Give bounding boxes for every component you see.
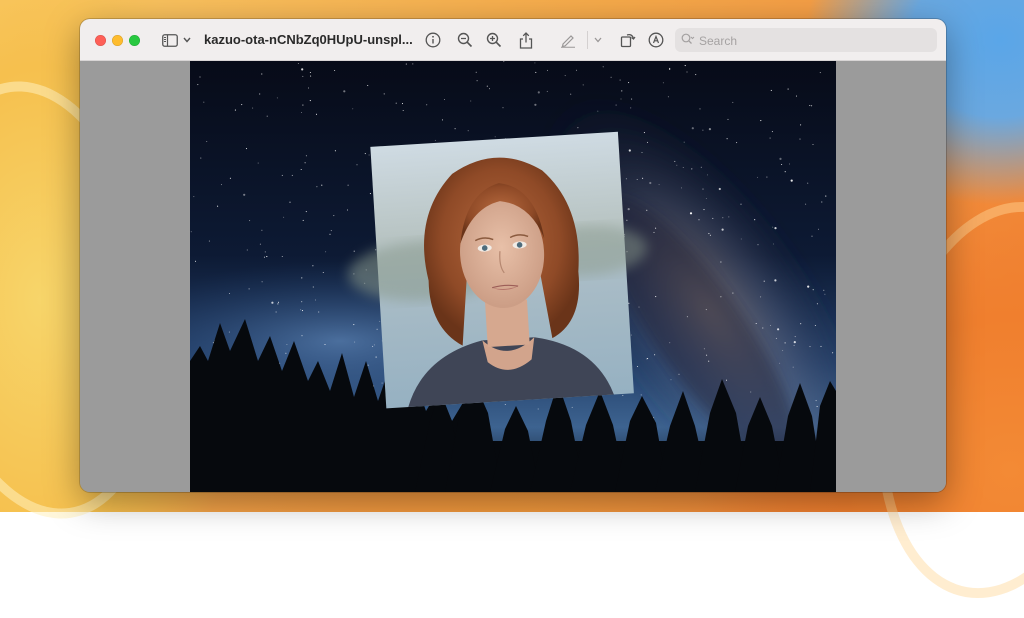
share-icon [519, 31, 533, 49]
zoom-in-icon [486, 32, 502, 48]
zoom-in-button[interactable] [485, 30, 503, 50]
chevron-down-icon [183, 37, 191, 43]
search-field[interactable] [675, 28, 937, 52]
chevron-down-icon [594, 37, 602, 43]
photo-composite [190, 61, 836, 492]
sidebar-toggle-button[interactable] [161, 30, 179, 50]
document-area [80, 61, 946, 492]
info-icon [425, 32, 441, 48]
zoom-out-icon [457, 32, 473, 48]
toolbar-separator [587, 31, 588, 49]
info-button[interactable] [424, 30, 442, 50]
preview-window: kazuo-ota-nCNbZq0HUpU-unspl... [80, 19, 946, 492]
search-input[interactable] [697, 31, 931, 51]
annotate-button[interactable] [647, 30, 665, 50]
titlebar: kazuo-ota-nCNbZq0HUpU-unspl... [80, 19, 946, 61]
image-canvas[interactable] [190, 61, 836, 492]
document-title: kazuo-ota-nCNbZq0HUpU-unspl... [204, 32, 413, 47]
close-button[interactable] [95, 35, 106, 46]
markup-menu-button[interactable] [592, 30, 604, 50]
portrait-photo [348, 131, 647, 409]
zoom-out-button[interactable] [456, 30, 474, 50]
search-icon [681, 33, 695, 44]
markup-pen-icon [561, 35, 575, 48]
view-menu-button[interactable] [182, 30, 192, 50]
rotate-icon [620, 34, 636, 48]
annotate-icon [648, 32, 664, 48]
sidebar-icon [162, 33, 178, 47]
share-button[interactable] [517, 30, 535, 50]
rotate-button[interactable] [619, 30, 637, 50]
markup-button[interactable] [559, 30, 577, 50]
zoom-button[interactable] [129, 35, 140, 46]
minimize-button[interactable] [112, 35, 123, 46]
